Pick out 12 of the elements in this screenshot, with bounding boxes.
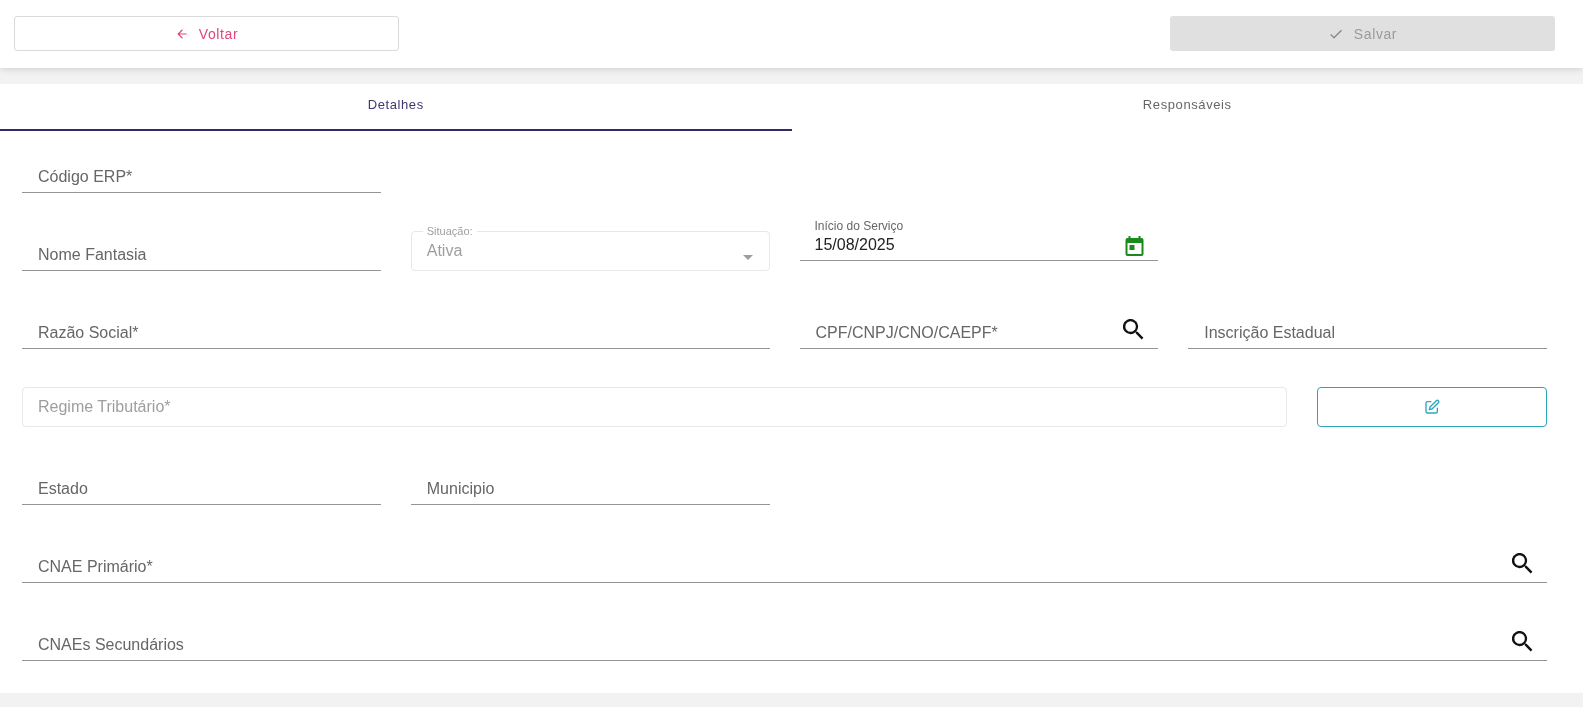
calendar-icon[interactable] [1125, 235, 1145, 256]
search-icon[interactable] [1512, 553, 1533, 574]
search-icon[interactable] [1123, 319, 1145, 340]
date-field[interactable]: 15/08/2025 [799, 235, 1159, 261]
dropdown-caret-icon [742, 255, 753, 260]
search-icon[interactable] [1512, 631, 1533, 652]
field-label: Situação: [422, 225, 477, 237]
edit-icon [1424, 399, 1440, 415]
edit-button[interactable] [1317, 387, 1547, 427]
select-value: Ativa [426, 242, 464, 260]
back-button[interactable]: Voltar [14, 16, 399, 51]
field-label: Início do Serviço [814, 219, 905, 233]
